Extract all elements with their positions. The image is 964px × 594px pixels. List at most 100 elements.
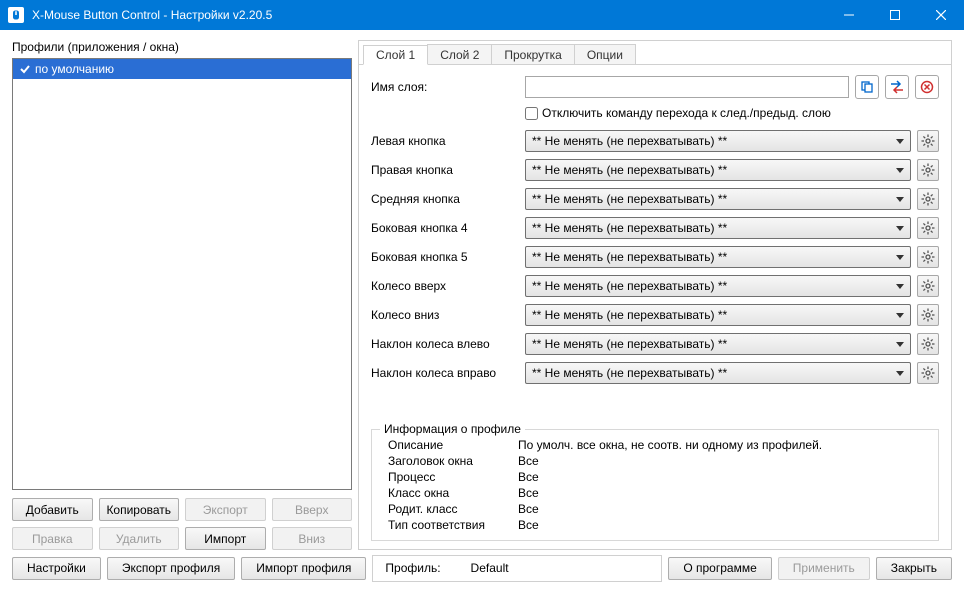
- profile-panel: Профиль: Default: [372, 555, 662, 582]
- export-button[interactable]: Экспорт: [185, 498, 266, 521]
- swap-icon: [889, 80, 905, 94]
- apply-button[interactable]: Применить: [778, 557, 870, 580]
- button-row-combo[interactable]: ** Не менять (не перехватывать) **: [525, 130, 911, 152]
- button-row-label: Левая кнопка: [371, 134, 525, 148]
- button-row-gear[interactable]: [917, 304, 939, 326]
- edit-button[interactable]: Правка: [12, 527, 93, 550]
- button-row-combo[interactable]: ** Не менять (не перехватывать) **: [525, 246, 911, 268]
- close-button[interactable]: [918, 0, 964, 30]
- gear-icon: [921, 250, 935, 264]
- tabs: Слой 1 Слой 2 Прокрутка Опции: [359, 41, 951, 65]
- tab-layer1[interactable]: Слой 1: [363, 45, 428, 65]
- info-label: Заголовок окна: [388, 454, 518, 468]
- info-label: Класс окна: [388, 486, 518, 500]
- gear-icon: [921, 192, 935, 206]
- info-value: Все: [518, 470, 928, 484]
- button-row-combo[interactable]: ** Не менять (не перехватывать) **: [525, 304, 911, 326]
- gear-icon: [921, 221, 935, 235]
- settings-button[interactable]: Настройки: [12, 557, 101, 580]
- check-icon: [19, 63, 31, 75]
- left-pane: Профили (приложения / окна) по умолчанию…: [12, 40, 352, 550]
- layer-name-input[interactable]: [525, 76, 849, 98]
- copy-layer-button[interactable]: [855, 75, 879, 99]
- combo-value: ** Не менять (не перехватывать) **: [532, 221, 727, 235]
- tab-scroll[interactable]: Прокрутка: [491, 44, 574, 64]
- combo-value: ** Не менять (не перехватывать) **: [532, 163, 727, 177]
- profiles-label: Профили (приложения / окна): [12, 40, 352, 54]
- combo-value: ** Не менять (не перехватывать) **: [532, 366, 727, 380]
- export-profile-button[interactable]: Экспорт профиля: [107, 557, 235, 580]
- disable-layer-cmd-label: Отключить команду перехода к след./преды…: [542, 106, 831, 120]
- profiles-list[interactable]: по умолчанию: [12, 58, 352, 490]
- add-button[interactable]: Добавить: [12, 498, 93, 521]
- button-row-combo[interactable]: ** Не менять (не перехватывать) **: [525, 159, 911, 181]
- button-row-gear[interactable]: [917, 188, 939, 210]
- button-row-label: Боковая кнопка 5: [371, 250, 525, 264]
- right-pane: Слой 1 Слой 2 Прокрутка Опции Имя слоя:: [358, 40, 952, 550]
- minimize-button[interactable]: [826, 0, 872, 30]
- button-row-label: Боковая кнопка 4: [371, 221, 525, 235]
- copy-button[interactable]: Копировать: [99, 498, 180, 521]
- copy-icon: [860, 80, 874, 94]
- tab-options[interactable]: Опции: [574, 44, 636, 64]
- delete-button[interactable]: Удалить: [99, 527, 180, 550]
- info-value: Все: [518, 518, 928, 532]
- combo-value: ** Не менять (не перехватывать) **: [532, 192, 727, 206]
- button-row-combo[interactable]: ** Не менять (не перехватывать) **: [525, 333, 911, 355]
- info-label: Тип соответствия: [388, 518, 518, 532]
- combo-value: ** Не менять (не перехватывать) **: [532, 308, 727, 322]
- window-controls: [826, 0, 964, 30]
- button-row-combo[interactable]: ** Не менять (не перехватывать) **: [525, 217, 911, 239]
- button-row-gear[interactable]: [917, 159, 939, 181]
- disable-layer-cmd-checkbox[interactable]: [525, 107, 538, 120]
- button-row-label: Наклон колеса вправо: [371, 366, 525, 380]
- import-profile-button[interactable]: Импорт профиля: [241, 557, 366, 580]
- profile-item-default[interactable]: по умолчанию: [13, 59, 351, 79]
- button-row-gear[interactable]: [917, 362, 939, 384]
- profile-info-legend: Информация о профиле: [380, 422, 525, 436]
- button-row-combo[interactable]: ** Не менять (не перехватывать) **: [525, 188, 911, 210]
- button-row-combo[interactable]: ** Не менять (не перехватывать) **: [525, 362, 911, 384]
- info-label: Описание: [388, 438, 518, 452]
- button-row-label: Колесо вниз: [371, 308, 525, 322]
- up-button[interactable]: Вверх: [272, 498, 353, 521]
- combo-value: ** Не менять (не перехватывать) **: [532, 134, 727, 148]
- button-row-gear[interactable]: [917, 130, 939, 152]
- info-value: Все: [518, 502, 928, 516]
- gear-icon: [921, 366, 935, 380]
- combo-value: ** Не менять (не перехватывать) **: [532, 279, 727, 293]
- button-row-combo[interactable]: ** Не менять (не перехватывать) **: [525, 275, 911, 297]
- button-row-gear[interactable]: [917, 333, 939, 355]
- gear-icon: [921, 163, 935, 177]
- bottom-bar: Настройки Экспорт профиля Импорт профиля…: [12, 554, 952, 582]
- window-title: X-Mouse Button Control - Настройки v2.20…: [32, 8, 826, 22]
- close-dialog-button[interactable]: Закрыть: [876, 557, 952, 580]
- info-label: Процесс: [388, 470, 518, 484]
- tab-body: Имя слоя: Отключить команду перехода к с…: [359, 65, 951, 549]
- layer-name-label: Имя слоя:: [371, 80, 525, 94]
- gear-icon: [921, 337, 935, 351]
- info-value: По умолч. все окна, не соотв. ни одному …: [518, 438, 928, 452]
- combo-value: ** Не менять (не перехватывать) **: [532, 250, 727, 264]
- button-row-gear[interactable]: [917, 275, 939, 297]
- tab-layer2[interactable]: Слой 2: [427, 44, 492, 64]
- info-value: Все: [518, 486, 928, 500]
- button-row-label: Средняя кнопка: [371, 192, 525, 206]
- profile-info-group: Информация о профиле ОписаниеПо умолч. в…: [371, 429, 939, 541]
- swap-layer-button[interactable]: [885, 75, 909, 99]
- profile-name: Default: [471, 561, 509, 575]
- about-button[interactable]: О программе: [668, 557, 771, 580]
- info-label: Родит. класс: [388, 502, 518, 516]
- gear-icon: [921, 134, 935, 148]
- app-icon: [8, 7, 24, 23]
- down-button[interactable]: Вниз: [272, 527, 353, 550]
- clear-layer-button[interactable]: [915, 75, 939, 99]
- button-row-gear[interactable]: [917, 217, 939, 239]
- import-button[interactable]: Импорт: [185, 527, 266, 550]
- maximize-button[interactable]: [872, 0, 918, 30]
- gear-icon: [921, 279, 935, 293]
- title-bar: X-Mouse Button Control - Настройки v2.20…: [0, 0, 964, 30]
- gear-icon: [921, 308, 935, 322]
- button-row-gear[interactable]: [917, 246, 939, 268]
- button-row-label: Наклон колеса влево: [371, 337, 525, 351]
